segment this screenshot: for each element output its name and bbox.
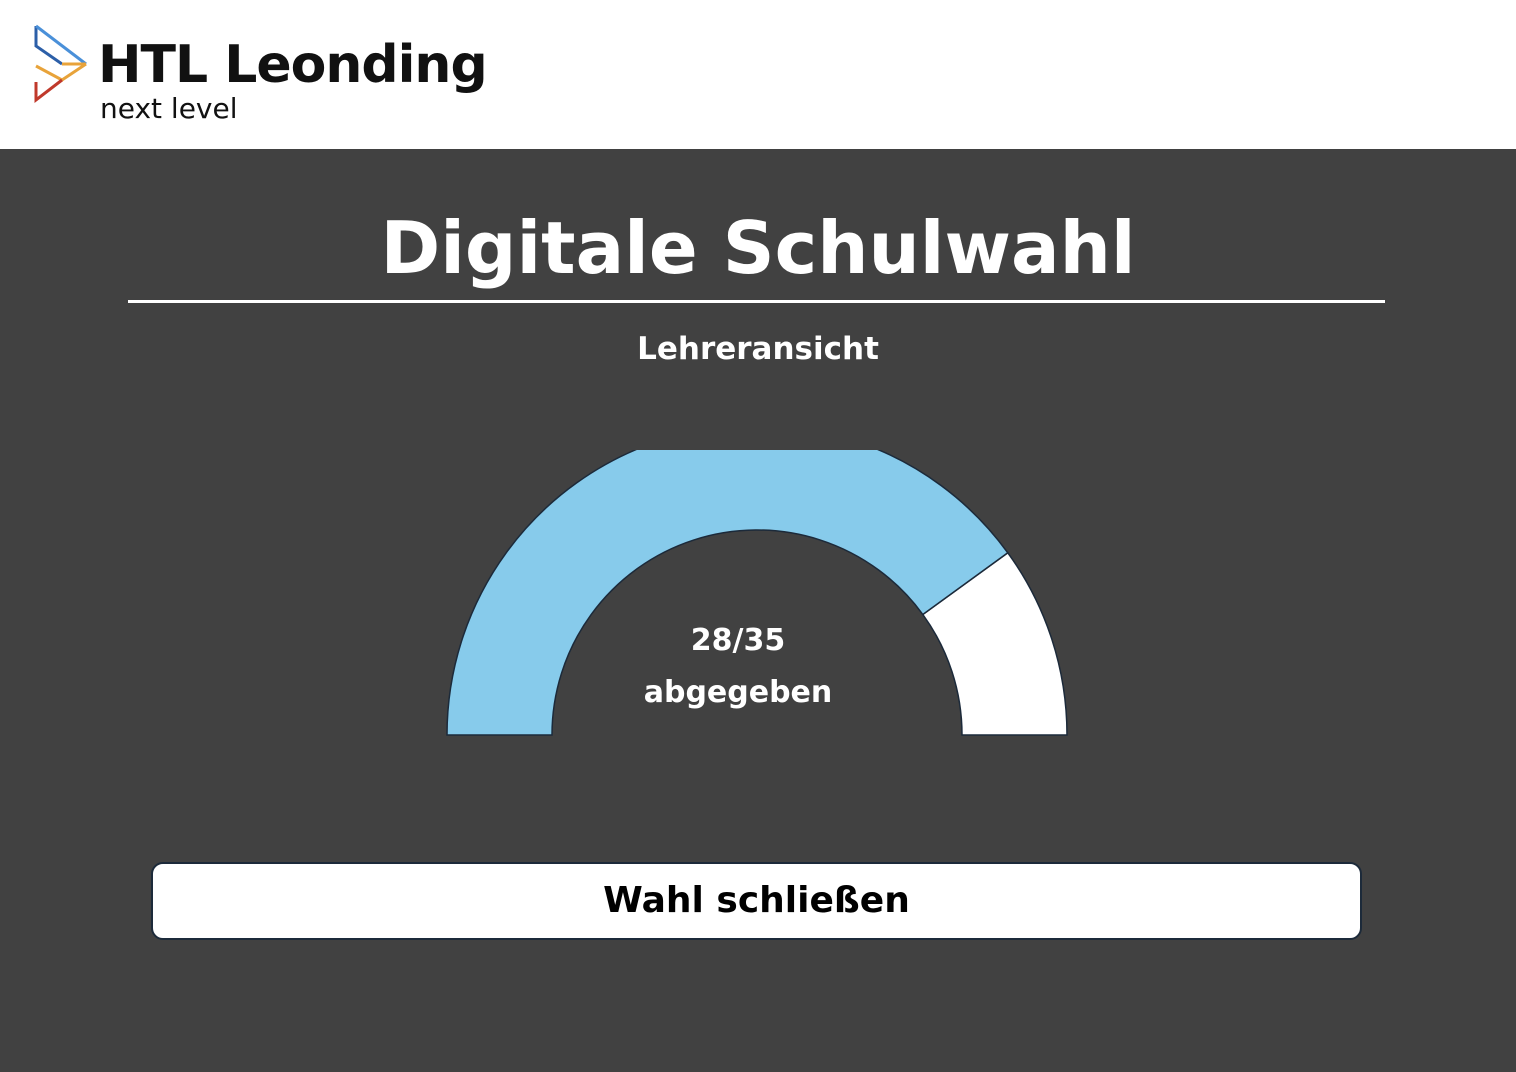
title-divider: [128, 300, 1385, 303]
htl-chevron-logo-icon: [34, 24, 87, 104]
submitted-count: 28/35: [690, 623, 786, 658]
brand-name: HTL Leonding: [98, 35, 488, 95]
page-title: Digitale Schulwahl: [380, 206, 1136, 290]
close-vote-button[interactable]: Wahl schließen: [151, 862, 1362, 940]
page-subtitle: Lehreransicht: [637, 331, 879, 367]
brand-tagline: next level: [100, 92, 238, 125]
gauge-readout: 28/35 abgegeben: [588, 620, 888, 714]
submitted-label: abgegeben: [643, 675, 833, 710]
app-header: HTL Leonding next level: [0, 0, 1516, 149]
